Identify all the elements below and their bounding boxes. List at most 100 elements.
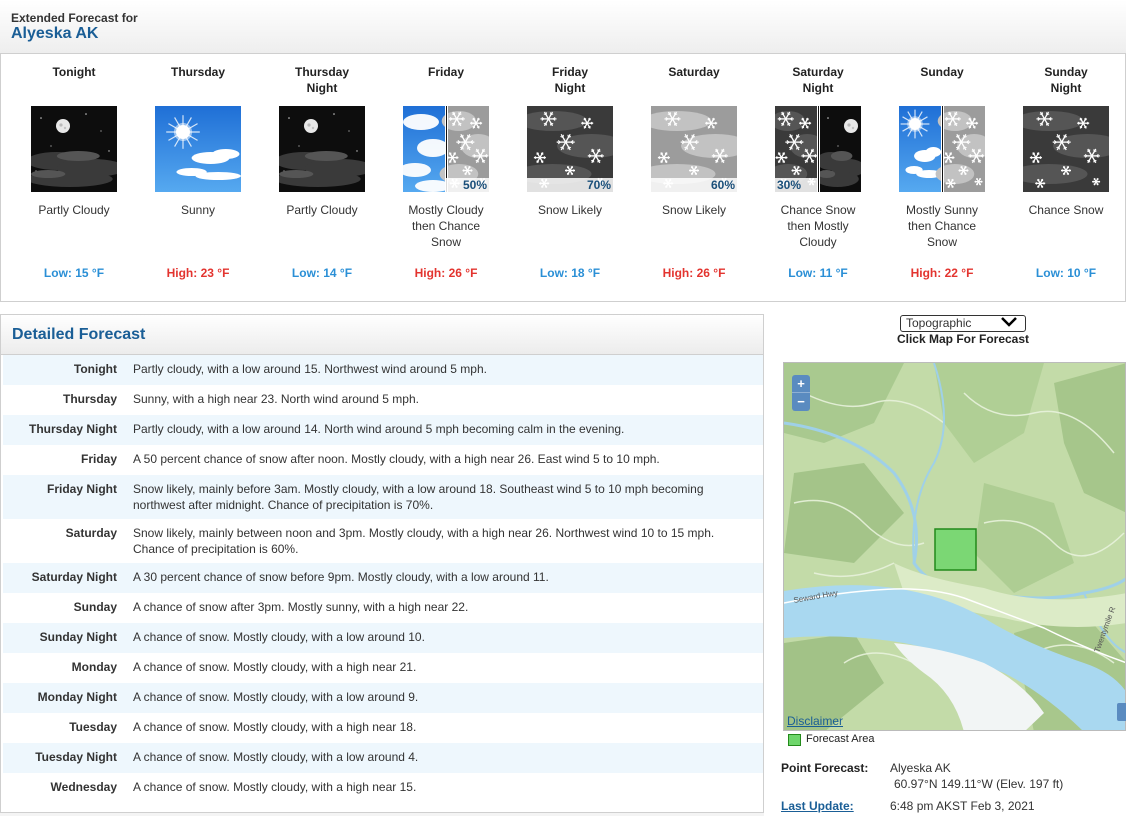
detailed-period-label: Friday Night — [46, 482, 117, 496]
detailed-text-line: Partly cloudy, with a low around 14. Nor… — [133, 422, 625, 436]
detailed-period-text: Snow likely, mainly between noon and 3pm… — [133, 525, 743, 557]
short-forecast: Chance Snow then Mostly Cloudy — [756, 202, 880, 250]
low-temperature: Low: 11 °F — [788, 266, 848, 280]
period-name-line: Sunday — [920, 65, 964, 79]
detailed-period-label: Wednesday — [50, 780, 117, 794]
detailed-period-label: Saturday — [65, 526, 117, 540]
zoom-controls: + − — [792, 375, 810, 411]
forecast-period: Sunday Mostly Sunny then Chance Snow High: … — [880, 54, 1004, 302]
last-update-value: 6:48 pm AKST Feb 3, 2021 — [890, 799, 1035, 813]
short-forecast: Snow Likely — [632, 202, 756, 218]
detailed-forecast-row: Sunday A chance of snow after 3pm. Mostly… — [3, 593, 763, 623]
extended-forecast-header: Extended Forecast for Alyeska AK — [0, 0, 1126, 54]
detailed-period-text: A chance of snow. Mostly cloudy, with a … — [133, 779, 743, 795]
chevron-down-icon — [999, 315, 1019, 333]
precip-chance: 30% — [775, 178, 818, 192]
low-temperature: Low: 14 °F — [291, 266, 353, 280]
short-forecast: Partly Cloudy — [12, 202, 136, 218]
map-side-control[interactable] — [1117, 703, 1126, 721]
snow-day-icon: 60% — [651, 106, 737, 192]
period-name: Thursday — [136, 64, 260, 80]
forecast-area-square[interactable] — [934, 528, 977, 571]
detailed-text-line: Snow likely, mainly between noon and 3pm… — [133, 526, 715, 540]
detailed-period-label: Saturday Night — [31, 570, 117, 584]
detailed-forecast-row: Saturday Snow likely, mainly between noon… — [3, 519, 763, 563]
short-forecast-line: Snow Likely — [661, 203, 727, 217]
detailed-period-label: Friday — [80, 452, 117, 466]
detailed-period-text: A 30 percent chance of snow before 9pm. … — [133, 569, 743, 585]
period-name-line: Night — [554, 81, 586, 95]
short-forecast-line: Partly Cloudy — [286, 203, 358, 217]
forecast-period: Sunday Night Chance Snow Low: 10 °F — [1004, 54, 1126, 302]
precip-chance: 60% — [651, 178, 737, 192]
detailed-period-text: A chance of snow. Mostly cloudy, with a … — [133, 629, 743, 645]
period-name: Sunday — [880, 64, 1004, 80]
last-update-link[interactable]: Last Update: — [781, 799, 854, 813]
forecast-period: Saturday 60% Snow Likely High: 26 °F — [632, 54, 756, 302]
zoom-in-button[interactable]: + — [792, 375, 810, 393]
short-forecast-line: Snow — [926, 235, 958, 249]
forecast-area-legend-label: Forecast Area — [806, 733, 875, 745]
period-name-line: Saturday — [668, 65, 720, 79]
detailed-period-text: Sunny, with a high near 23. North wind a… — [133, 391, 743, 407]
header-subtitle: Extended Forecast for — [11, 11, 138, 25]
snow-night-icon: 70% — [527, 106, 613, 192]
short-forecast-line: Mostly Cloudy — [408, 203, 484, 217]
short-forecast-line: Cloudy — [799, 235, 837, 249]
short-forecast-line: Sunny — [180, 203, 216, 217]
detailed-text-line: A chance of snow. Mostly cloudy, with a … — [133, 690, 419, 704]
forecast-period: Saturday Night 30% Chance Snow then Mostly C… — [756, 54, 880, 302]
detailed-text-line: A 30 percent chance of snow before 9pm. … — [133, 570, 549, 584]
period-name-line: Night — [802, 81, 834, 95]
short-forecast: Snow Likely — [508, 202, 632, 218]
detailed-text-line: Chance of precipitation is 60%. — [133, 542, 299, 556]
period-name-line: Thursday — [294, 65, 349, 79]
map-type-select[interactable]: Topographic — [900, 315, 1026, 332]
point-forecast-name: Alyeska AK — [890, 761, 951, 775]
detailed-forecast-row: Monday A chance of snow. Mostly cloudy, w… — [3, 653, 763, 683]
period-name-line: Tonight — [52, 65, 96, 79]
detailed-period-label: Tuesday — [69, 720, 117, 734]
detailed-forecast-row: Thursday Sunny, with a high near 23. Nort… — [3, 385, 763, 415]
detailed-text-line: A chance of snow. Mostly cloudy, with a … — [133, 720, 417, 734]
detailed-text-line: Partly cloudy, with a low around 15. Nor… — [133, 362, 487, 376]
detailed-forecast-row: Tuesday A chance of snow. Mostly cloudy, … — [3, 713, 763, 743]
short-forecast-line: then Mostly — [787, 219, 849, 233]
detailed-period-text: Partly cloudy, with a low around 14. Nor… — [133, 421, 743, 437]
topographic-map-image[interactable]: Seward Hwy Twentymile R — [784, 363, 1126, 731]
detailed-forecast-title: Detailed Forecast — [12, 326, 146, 343]
detailed-text-line: Snow likely, mainly before 3am. Mostly c… — [133, 482, 704, 496]
detailed-period-label: Sunday — [73, 600, 117, 614]
period-name-line: Sunday — [1044, 65, 1088, 79]
map-type-value: Topographic — [906, 316, 972, 330]
detailed-forecast-row: Tuesday Night A chance of snow. Mostly cl… — [3, 743, 763, 773]
detailed-forecast-row: Friday Night Snow likely, mainly before 3… — [3, 475, 763, 519]
short-forecast-line: Snow — [430, 235, 462, 249]
high-temperature: High: 26 °F — [414, 266, 478, 280]
forecast-period: Thursday Sunny High: 23 °F — [136, 54, 260, 302]
forecast-area-legend-icon — [788, 734, 801, 746]
detailed-text-line: northwest after midnight. Chance of prec… — [133, 498, 434, 512]
detailed-text-line: A chance of snow. Mostly cloudy, with a … — [133, 660, 417, 674]
period-name: Tonight — [12, 64, 136, 80]
period-name: Thursday Night — [260, 64, 384, 96]
short-forecast-line: Snow Likely — [537, 203, 603, 217]
forecast-period: Friday Night 70% Snow Likely Low: 18 °F — [508, 54, 632, 302]
short-forecast-line: Partly Cloudy — [38, 203, 110, 217]
short-forecast-line: then Chance — [411, 219, 481, 233]
zoom-out-button[interactable]: − — [792, 393, 810, 411]
detailed-period-label: Thursday Night — [28, 422, 117, 436]
detailed-period-text: A chance of snow after 3pm. Mostly sunny… — [133, 599, 743, 615]
short-forecast-line: Mostly Sunny — [905, 203, 979, 217]
cloudy-then-snow-icon: 50% — [403, 106, 489, 192]
detailed-forecast-row: Friday A 50 percent chance of snow after … — [3, 445, 763, 475]
period-name: Friday Night — [508, 64, 632, 96]
detailed-period-text: A chance of snow. Mostly cloudy, with a … — [133, 659, 743, 675]
forecast-map[interactable]: Seward Hwy Twentymile R — [783, 362, 1126, 731]
short-forecast-line: Chance Snow — [1028, 203, 1104, 217]
short-forecast: Chance Snow — [1004, 202, 1126, 218]
high-temperature: High: 23 °F — [166, 266, 230, 280]
detailed-text-line: A 50 percent chance of snow after noon. … — [133, 452, 660, 466]
disclaimer-link[interactable]: Disclaimer — [787, 714, 843, 728]
map-instruction: Click Map For Forecast — [896, 332, 1030, 346]
